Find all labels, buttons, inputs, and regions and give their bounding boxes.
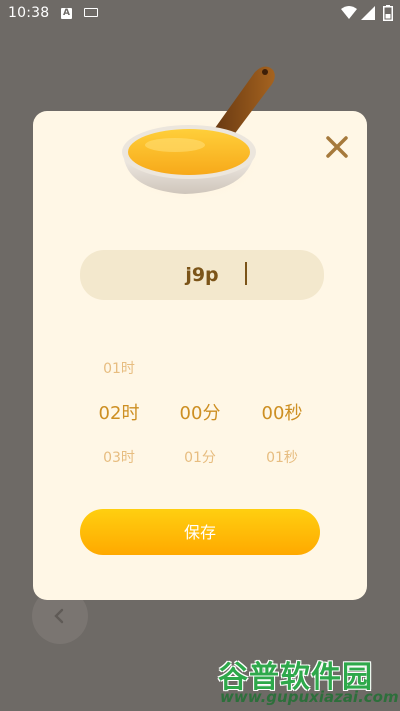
wifi-icon <box>341 6 357 19</box>
picker-minutes-selected[interactable]: 00分 <box>165 399 235 425</box>
status-time: 10:38 <box>8 5 50 21</box>
a-notification-icon: A <box>61 8 72 19</box>
watermark-url: www.gupuxiazai.com <box>220 688 399 706</box>
picker-seconds-selected[interactable]: 00秒 <box>247 399 317 425</box>
picker-hours-next[interactable]: 03时 <box>84 447 154 467</box>
signal-icon <box>361 6 375 20</box>
status-bar: 10:38 A <box>0 0 400 28</box>
save-button[interactable]: 保存 <box>80 509 320 555</box>
timer-name-input[interactable] <box>80 250 324 300</box>
watermark: 谷普软件园 www.gupuxiazai.com <box>218 652 400 711</box>
picker-minutes-next[interactable]: 01分 <box>165 447 235 467</box>
frying-pan-icon <box>115 66 275 205</box>
chevron-left-icon <box>54 608 64 624</box>
keyboard-icon <box>84 8 98 17</box>
picker-hours-selected[interactable]: 02时 <box>84 399 154 425</box>
picker-seconds-next[interactable]: 01秒 <box>247 447 317 467</box>
picker-hours-prev[interactable]: 01时 <box>84 358 154 378</box>
close-button[interactable] <box>323 133 351 161</box>
text-caret <box>245 262 247 285</box>
close-icon <box>326 136 348 158</box>
battery-icon <box>383 5 393 21</box>
